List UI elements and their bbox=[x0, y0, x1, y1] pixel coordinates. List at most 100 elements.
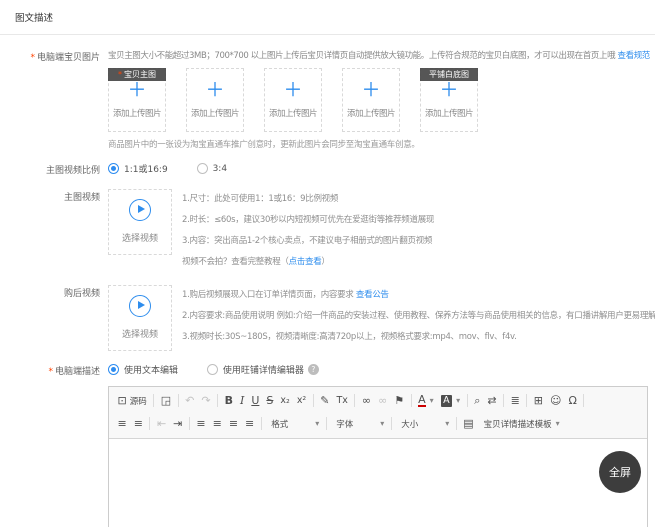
align-center-button[interactable]: ≡ bbox=[209, 415, 225, 433]
format-select[interactable]: 格式▾ bbox=[265, 415, 323, 433]
fullscreen-button[interactable]: 全屏 bbox=[599, 451, 641, 493]
undo-button[interactable]: ↶ bbox=[182, 392, 198, 410]
radio-unselected-icon[interactable] bbox=[197, 163, 208, 174]
toolbar-separator bbox=[354, 394, 355, 407]
toolbar-separator bbox=[178, 394, 179, 407]
strikethrough-icon: S bbox=[266, 393, 273, 409]
redo-icon: ↷ bbox=[201, 393, 210, 409]
template-dropdown[interactable]: 宝贝详情描述模板▾ bbox=[477, 415, 563, 433]
play-icon bbox=[129, 295, 151, 317]
blockquote-button[interactable]: ≣ bbox=[507, 392, 523, 410]
radio-selected-icon[interactable] bbox=[108, 163, 119, 174]
editor-content-area[interactable]: 全屏 bbox=[109, 439, 647, 527]
chevron-down-icon: ▾ bbox=[556, 419, 560, 428]
superscript-button[interactable]: x² bbox=[293, 392, 309, 410]
bg-color-button[interactable]: A▾ bbox=[437, 392, 464, 410]
toolbar-separator bbox=[467, 394, 468, 407]
ratio-option-3-4[interactable]: 3:4 bbox=[197, 163, 227, 174]
align-left-button[interactable]: ≡ bbox=[193, 415, 209, 433]
toolbar-separator bbox=[411, 394, 412, 407]
toolbar-separator bbox=[153, 394, 154, 407]
radio-selected-icon[interactable] bbox=[108, 364, 119, 375]
replace-button[interactable]: ⇄ bbox=[484, 392, 500, 410]
post-video-select-box[interactable]: 选择视频 bbox=[108, 285, 172, 351]
toolbar-separator bbox=[526, 394, 527, 407]
post-video-hint-1: 1.购后视频展现入口在订单详情页面，内容要求 查看公告 bbox=[182, 285, 655, 306]
emoticon-button[interactable]: ☺ bbox=[547, 392, 565, 410]
ordered-list-button[interactable]: ≡ bbox=[114, 415, 130, 433]
upload-box-label: 添加上传图片 bbox=[187, 107, 243, 119]
bold-icon: B bbox=[225, 393, 233, 409]
font-select[interactable]: 字体▾ bbox=[330, 415, 388, 433]
underline-button[interactable]: U bbox=[248, 392, 263, 410]
click-view-link[interactable]: 点击查看 bbox=[289, 257, 322, 267]
main-video-hint-1: 1.尺寸：此处可使用1：1或16：9比例视频 bbox=[182, 189, 434, 210]
chevron-down-icon: ▾ bbox=[430, 396, 434, 405]
toolbar-separator bbox=[261, 417, 262, 430]
desc-option-wangpu-editor[interactable]: 使用旺铺详情编辑器 ? bbox=[207, 363, 319, 376]
preview-button[interactable]: ◲ bbox=[157, 392, 174, 410]
upload-box-3[interactable]: ＋ 添加上传图片 bbox=[264, 68, 322, 132]
align-justify-button[interactable]: ≡ bbox=[242, 415, 258, 433]
size-select[interactable]: 大小▾ bbox=[395, 415, 453, 433]
toolbar-separator bbox=[189, 417, 190, 430]
rich-text-editor: ⊡源码◲↶↷BIUSx₂x²✎Tx∞∞⚑A▾A▾⌕⇄≣⊞☺Ω ≡≡⇤⇥≡≡≡≡格… bbox=[108, 386, 648, 527]
search-button[interactable]: ⌕ bbox=[471, 392, 484, 410]
strikethrough-button[interactable]: S bbox=[263, 392, 277, 410]
anchor-flag-button[interactable]: ⚑ bbox=[391, 392, 408, 410]
upload-box-2[interactable]: ＋ 添加上传图片 bbox=[186, 68, 244, 132]
editor-toolbar-row-1: ⊡源码◲↶↷BIUSx₂x²✎Tx∞∞⚑A▾A▾⌕⇄≣⊞☺Ω bbox=[114, 389, 642, 412]
editor-toolbar: ⊡源码◲↶↷BIUSx₂x²✎Tx∞∞⚑A▾A▾⌕⇄≣⊞☺Ω ≡≡⇤⇥≡≡≡≡格… bbox=[109, 387, 647, 439]
outdent-button[interactable]: ⇤ bbox=[153, 415, 169, 433]
upload-box-4[interactable]: ＋ 添加上传图片 bbox=[342, 68, 400, 132]
ratio-option-1-1-16-9[interactable]: 1:1或16:9 bbox=[108, 162, 168, 175]
remove-format-button[interactable]: Tx bbox=[333, 392, 351, 410]
upload-box-white-bg[interactable]: 平铺白底图 ＋ 添加上传图片 bbox=[420, 68, 478, 132]
indent-icon: ⇥ bbox=[173, 416, 182, 432]
ordered-list-icon: ≡ bbox=[118, 416, 127, 432]
help-icon[interactable]: ? bbox=[308, 364, 319, 375]
italic-button[interactable]: I bbox=[236, 392, 247, 410]
select-video-label: 选择视频 bbox=[109, 327, 171, 340]
bullet-list-button[interactable]: ≡ bbox=[130, 415, 146, 433]
font-color-button[interactable]: A▾ bbox=[415, 392, 438, 410]
main-video-hint-2: 2.时长：≤60s，建议30秒以内短视频可优先在爱逛街等推荐频道展现 bbox=[182, 210, 434, 231]
radio-unselected-icon[interactable] bbox=[207, 364, 218, 375]
chevron-down-icon: ▾ bbox=[456, 396, 460, 405]
desc-option-text-editor[interactable]: 使用文本编辑 bbox=[108, 363, 178, 376]
search-icon: ⌕ bbox=[474, 393, 480, 409]
align-right-button[interactable]: ≡ bbox=[225, 415, 241, 433]
redo-button[interactable]: ↷ bbox=[198, 392, 214, 410]
view-announcement-link[interactable]: 查看公告 bbox=[356, 290, 389, 300]
indent-button[interactable]: ⇥ bbox=[170, 415, 186, 433]
select-video-label: 选择视频 bbox=[109, 231, 171, 244]
tab-image-text-description[interactable]: 图文描述 bbox=[15, 13, 53, 24]
required-asterisk: * bbox=[30, 53, 35, 63]
upload-box-label: 添加上传图片 bbox=[343, 107, 399, 119]
main-video-hint-3: 3.内容：突出商品1-2个核心卖点，不建议电子相册式的图片翻页视频 bbox=[182, 231, 434, 252]
source-code-button[interactable]: ⊡源码 bbox=[114, 392, 150, 410]
main-video-select-box[interactable]: 选择视频 bbox=[108, 189, 172, 255]
unlink-button[interactable]: ∞ bbox=[375, 392, 391, 410]
format-painter-button[interactable]: ✎ bbox=[317, 392, 333, 410]
bold-button[interactable]: B bbox=[221, 392, 236, 410]
insert-image-button[interactable]: ▤ bbox=[460, 415, 477, 433]
toolbar-separator bbox=[456, 417, 457, 430]
link-button[interactable]: ∞ bbox=[358, 392, 374, 410]
upload-box-main-image[interactable]: *宝贝主图 ＋ 添加上传图片 bbox=[108, 68, 166, 132]
table-button[interactable]: ⊞ bbox=[530, 392, 546, 410]
view-spec-link[interactable]: 查看规范 bbox=[618, 51, 650, 61]
video-ratio-label: 主图视频比例 bbox=[0, 162, 100, 177]
post-video-hint-3: 3.视频时长:30S~180S，视频清晰度:高清720p以上，视频格式要求:mp… bbox=[182, 327, 655, 348]
upload-box-label: 添加上传图片 bbox=[265, 107, 321, 119]
source-code-button-label: 源码 bbox=[130, 395, 147, 407]
chevron-down-icon: ▾ bbox=[445, 419, 449, 428]
toolbar-separator bbox=[503, 394, 504, 407]
subscript-button[interactable]: x₂ bbox=[277, 392, 293, 410]
special-char-button[interactable]: Ω bbox=[565, 392, 580, 410]
blockquote-icon: ≣ bbox=[511, 393, 520, 409]
align-center-icon: ≡ bbox=[213, 416, 222, 432]
link-icon: ∞ bbox=[362, 393, 371, 409]
main-video-hint-4: 视频不会拍？查看完整教程（点击查看） bbox=[182, 252, 434, 273]
italic-icon: I bbox=[240, 393, 244, 409]
